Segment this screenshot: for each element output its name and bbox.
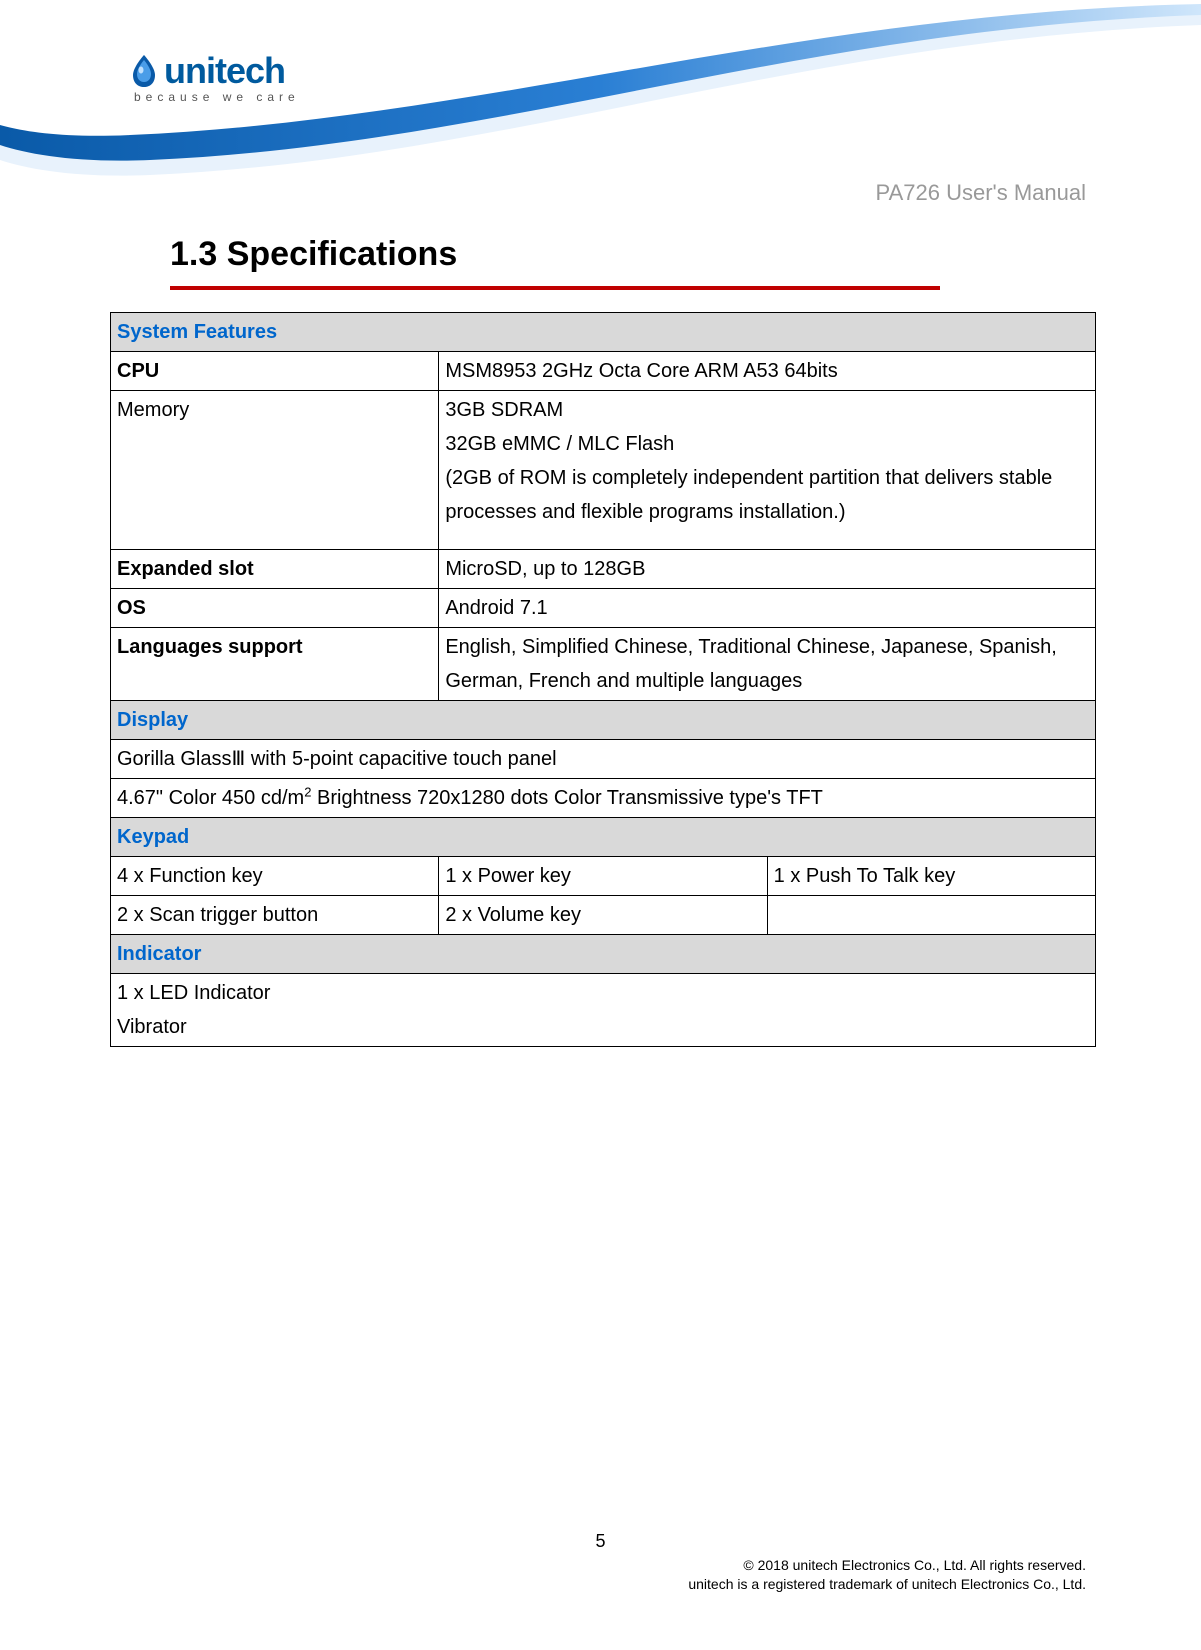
table-section-system-features: System Features (111, 313, 1096, 352)
table-row: Languages support English, Simplified Ch… (111, 628, 1096, 701)
spec-label-cpu: CPU (111, 352, 439, 391)
logo-drop-icon (130, 53, 158, 89)
keypad-cell (767, 896, 1095, 935)
spec-value-cpu: MSM8953 2GHz Octa Core ARM A53 64bits (439, 352, 1096, 391)
indicator-cell: 1 x LED Indicator Vibrator (111, 974, 1096, 1047)
keypad-cell: 2 x Volume key (439, 896, 767, 935)
table-row: 2 x Scan trigger button 2 x Volume key (111, 896, 1096, 935)
spec-value-memory: 3GB SDRAM 32GB eMMC / MLC Flash (2GB of … (439, 391, 1096, 550)
logo-text: unitech (164, 50, 285, 92)
spec-label-languages: Languages support (111, 628, 439, 701)
content-area: 1.3 Specifications System Features CPU M… (170, 235, 1091, 1047)
spec-value-languages: English, Simplified Chinese, Traditional… (439, 628, 1096, 701)
spec-value-expanded-slot: MicroSD, up to 128GB (439, 550, 1096, 589)
logo-tagline: because we care (134, 90, 330, 104)
page-number: 5 (0, 1531, 1201, 1552)
copyright-text: © 2018 unitech Electronics Co., Ltd. All… (0, 1556, 1201, 1595)
table-row: 1 x LED Indicator Vibrator (111, 974, 1096, 1047)
table-row: Expanded slot MicroSD, up to 128GB (111, 550, 1096, 589)
spec-display-row2: 4.67" Color 450 cd/m2 Brightness 720x128… (111, 779, 1096, 818)
spec-label-expanded-slot: Expanded slot (111, 550, 439, 589)
section-heading: 1.3 Specifications (170, 235, 1091, 274)
table-section-indicator: Indicator (111, 935, 1096, 974)
section-underline (170, 286, 940, 290)
table-section-display: Display (111, 701, 1096, 740)
document-title: PA726 User's Manual (876, 180, 1086, 206)
table-row: 4.67" Color 450 cd/m2 Brightness 720x128… (111, 779, 1096, 818)
table-section-keypad: Keypad (111, 818, 1096, 857)
keypad-cell: 2 x Scan trigger button (111, 896, 439, 935)
table-row: OS Android 7.1 (111, 589, 1096, 628)
table-row: Gorilla GlassⅢ with 5-point capacitive t… (111, 740, 1096, 779)
table-row: 4 x Function key 1 x Power key 1 x Push … (111, 857, 1096, 896)
table-row: CPU MSM8953 2GHz Octa Core ARM A53 64bit… (111, 352, 1096, 391)
keypad-cell: 1 x Power key (439, 857, 767, 896)
logo: unitech because we care (130, 50, 330, 104)
spec-label-memory: Memory (111, 391, 439, 550)
keypad-cell: 4 x Function key (111, 857, 439, 896)
keypad-cell: 1 x Push To Talk key (767, 857, 1095, 896)
page-footer: 5 © 2018 unitech Electronics Co., Ltd. A… (0, 1531, 1201, 1595)
spec-value-os: Android 7.1 (439, 589, 1096, 628)
spec-display-row1: Gorilla GlassⅢ with 5-point capacitive t… (111, 740, 1096, 779)
table-row: Memory 3GB SDRAM 32GB eMMC / MLC Flash (… (111, 391, 1096, 550)
spec-label-os: OS (111, 589, 439, 628)
specifications-table: System Features CPU MSM8953 2GHz Octa Co… (110, 312, 1096, 1047)
